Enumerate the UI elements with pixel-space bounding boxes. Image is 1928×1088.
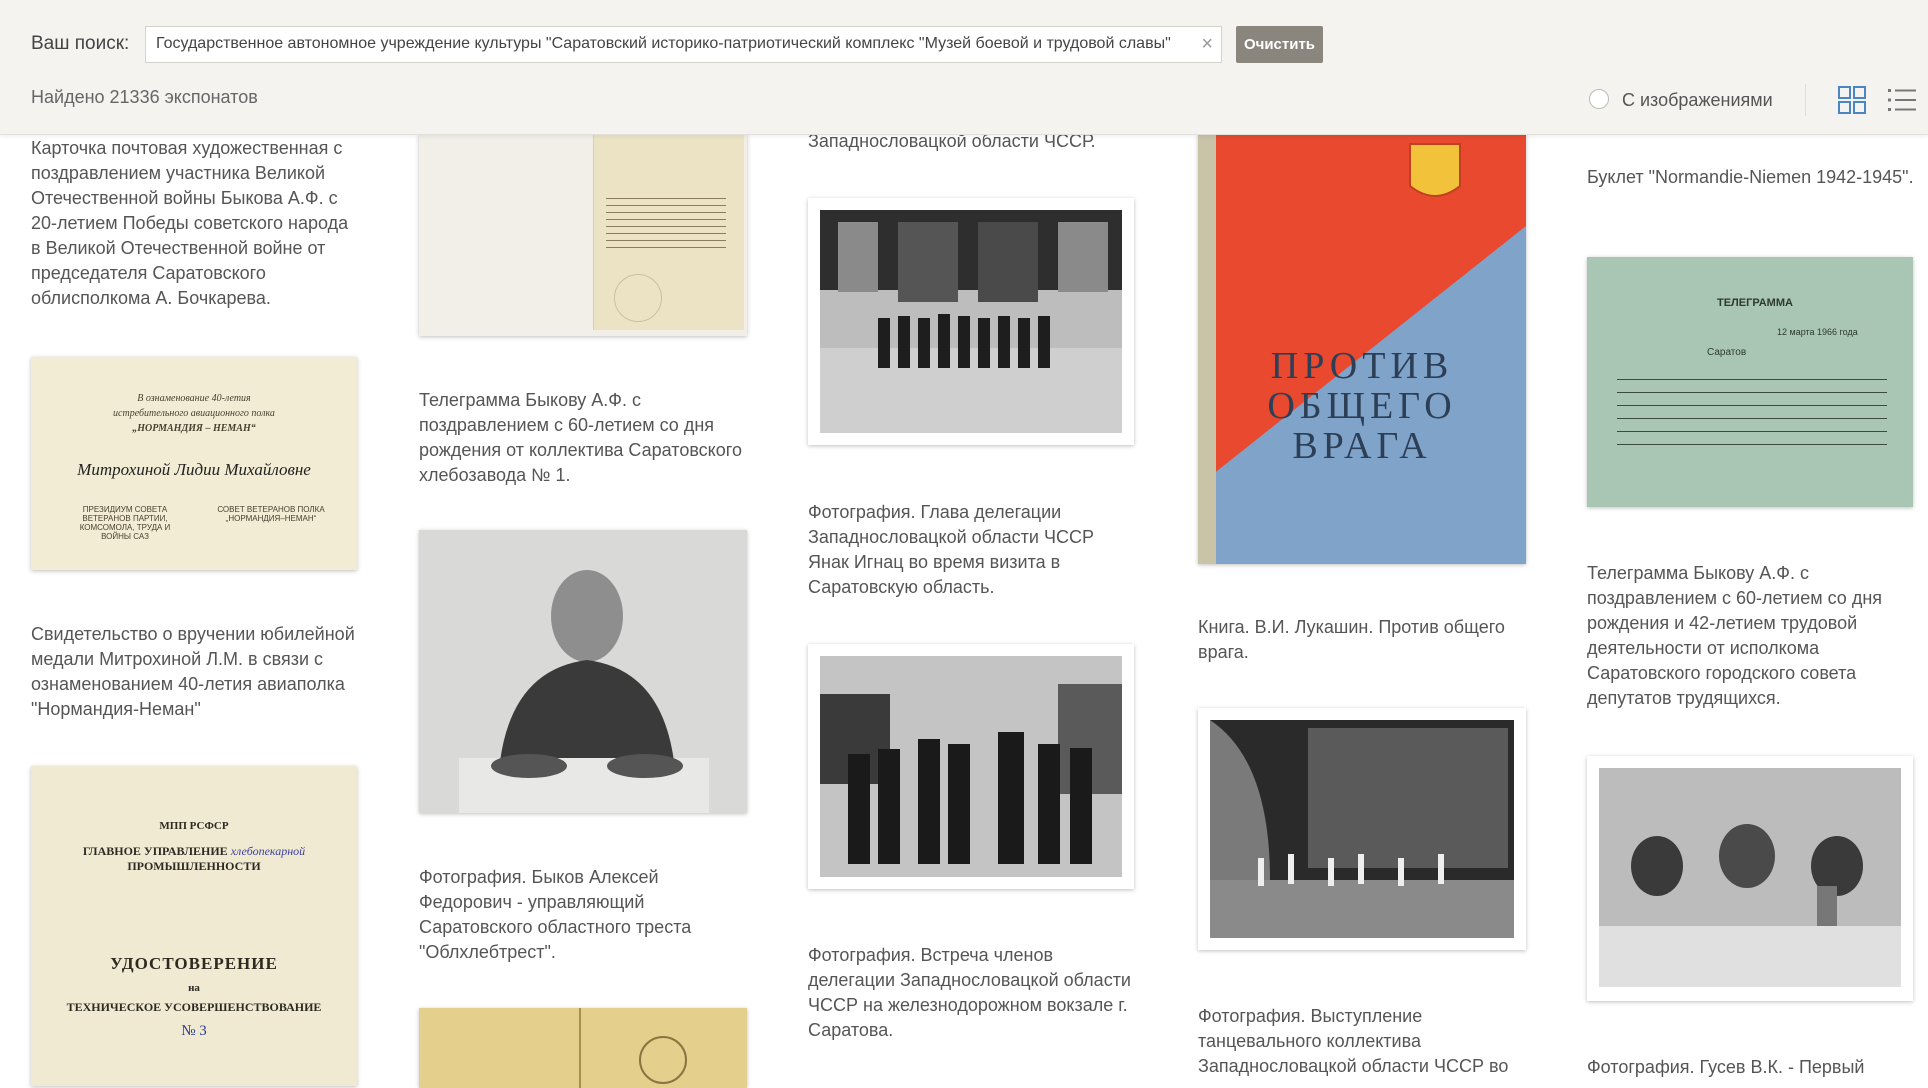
- list-view-icon[interactable]: [1888, 88, 1916, 112]
- card-thumbnail[interactable]: [419, 1008, 747, 1088]
- card-caption[interactable]: Телеграмма Быкову А.Ф. с поздравлением с…: [419, 388, 749, 488]
- book-title-line: ПРОТИВ: [1270, 345, 1454, 387]
- station-photo: [820, 656, 1122, 877]
- card-thumbnail[interactable]: ПРОТИВ ОБЩЕГО ВРАГА: [1198, 134, 1526, 564]
- card-caption[interactable]: Свидетельство о вручении юбилейной медал…: [31, 622, 361, 722]
- telegram-title: ТЕЛЕГРАММА: [1717, 297, 1793, 309]
- view-divider: [1805, 84, 1806, 116]
- cert-text-line: истребительного авиационного полка: [113, 408, 275, 419]
- cert-handwritten-name: Митрохиной Лидии Михайловне: [77, 460, 311, 479]
- portrait-photo: [419, 530, 747, 813]
- search-query-text: Государственное автономное учреждение ку…: [156, 35, 1171, 52]
- booklet-fold: [579, 1008, 581, 1088]
- card-thumbnail[interactable]: [1587, 756, 1913, 1001]
- search-header: Ваш поиск: Государственное автономное уч…: [0, 0, 1928, 135]
- cert-text-line: „НОРМАНДИЯ – НЕМАН“: [132, 423, 256, 434]
- card-caption[interactable]: Фотография. Выступление танцевального ко…: [1198, 1004, 1528, 1079]
- telegram-city: Саратов: [1707, 347, 1747, 358]
- card-thumbnail[interactable]: МПП РСФСР ГЛАВНОЕ УПРАВЛЕНИЕ хлебопекарн…: [31, 766, 357, 1086]
- presidium-photo: [1599, 768, 1901, 987]
- card-thumbnail[interactable]: [419, 134, 747, 336]
- card-thumbnail[interactable]: [419, 530, 747, 813]
- telegram-date: 12 марта 1966 года: [1777, 327, 1858, 337]
- telegram-text-strips: [606, 192, 726, 252]
- card-caption[interactable]: Фотография. Быков Алексей Федорович - уп…: [419, 865, 749, 965]
- with-images-radio[interactable]: [1589, 89, 1609, 109]
- card-thumbnail[interactable]: [1198, 708, 1526, 950]
- search-input[interactable]: Государственное автономное учреждение ку…: [145, 26, 1222, 63]
- card-caption[interactable]: Фотография. Встреча членов делегации Зап…: [808, 943, 1138, 1043]
- emblem-icon: [639, 1036, 687, 1084]
- card-thumbnail[interactable]: [808, 644, 1134, 889]
- doc-dept: ПРОМЫШЛЕННОСТИ: [127, 859, 261, 873]
- group-photo: [820, 210, 1122, 433]
- card-caption[interactable]: Телеграмма Быкову А.Ф. с поздравлением с…: [1587, 561, 1917, 711]
- card-thumbnail[interactable]: [808, 198, 1134, 445]
- search-label: Ваш поиск:: [31, 33, 130, 54]
- cert-sign-left: ПРЕЗИДИУМ СОВЕТА ВЕТЕРАНОВ ПАРТИИ, КОМСО…: [79, 505, 171, 541]
- book-title-line: ВРАГА: [1292, 425, 1432, 467]
- cert-sign-right: СОВЕТ ВЕТЕРАНОВ ПОЛКА „НОРМАНДИЯ–НЕМАН“: [217, 505, 325, 523]
- clear-button[interactable]: Очистить: [1236, 26, 1323, 63]
- doc-subtitle: ТЕХНИЧЕСКОЕ УСОВЕРШЕНСТВОВАНИЕ: [66, 1000, 322, 1014]
- telegram-paper: [593, 134, 744, 330]
- doc-title: УДОСТОВЕРЕНИЕ: [110, 954, 278, 973]
- coat-of-arms-icon: [1409, 143, 1461, 197]
- doc-dept: ГЛАВНОЕ УПРАВЛЕНИЕ: [82, 844, 228, 858]
- doc-number: № 3: [181, 1023, 207, 1039]
- stage-photo: [1210, 720, 1514, 938]
- cert-text-line: В ознаменование 40-летия: [137, 393, 251, 404]
- grid-view-icon[interactable]: [1838, 86, 1866, 114]
- card-caption[interactable]: Буклет "Normandie-Niemen 1942-1945".: [1587, 165, 1917, 190]
- doc-ministry: МПП РСФСР: [159, 820, 229, 832]
- doc-dept-handwritten: хлебопекарной: [230, 844, 306, 858]
- stamp-icon: [614, 274, 662, 322]
- doc-na: на: [188, 982, 200, 994]
- card-caption[interactable]: Карточка почтовая художественная с поздр…: [31, 136, 361, 311]
- card-caption[interactable]: Фотография. Гусев В.К. - Первый: [1587, 1055, 1917, 1080]
- clear-search-icon[interactable]: ×: [1201, 34, 1213, 54]
- card-caption[interactable]: Фотография. Глава делегации Западнослова…: [808, 500, 1138, 600]
- card-caption[interactable]: Книга. В.И. Лукашин. Против общего врага…: [1198, 615, 1528, 665]
- with-images-label[interactable]: С изображениями: [1622, 90, 1773, 111]
- results-count: Найдено 21336 экспонатов: [31, 87, 258, 107]
- card-thumbnail[interactable]: ТЕЛЕГРАММА Саратов 12 марта 1966 года: [1587, 257, 1913, 507]
- card-thumbnail[interactable]: В ознаменование 40-летия истребительного…: [31, 357, 357, 570]
- book-title-line: ОБЩЕГО: [1267, 385, 1457, 427]
- telegram-text-strips: [1617, 367, 1887, 447]
